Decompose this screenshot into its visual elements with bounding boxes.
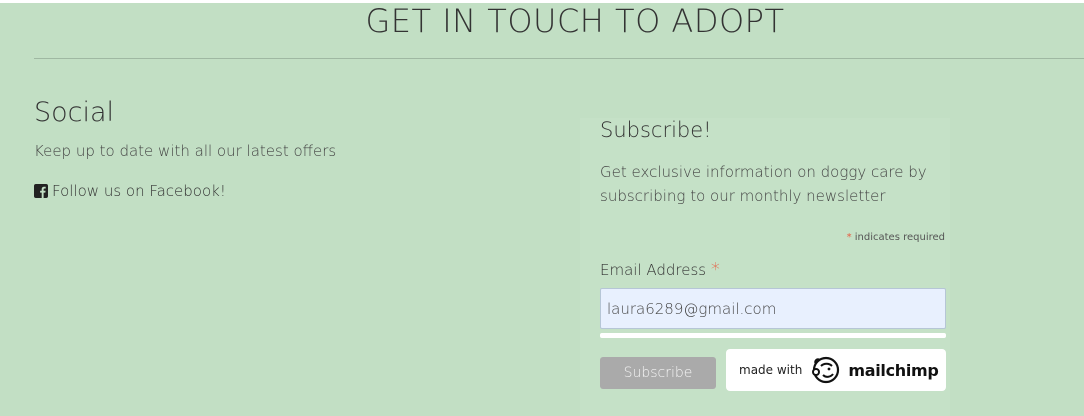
subscribe-description: Get exclusive information on doggy care … [600, 163, 927, 205]
required-star: * [846, 232, 852, 243]
email-label-text: Email Address [600, 261, 707, 279]
mailchimp-brand: mailchimp [848, 360, 939, 380]
required-note-text: indicates required [854, 232, 945, 243]
input-underbar [600, 333, 946, 338]
email-label: Email Address * [600, 259, 720, 280]
social-description: Keep up to date with all our latest offe… [34, 142, 337, 160]
email-required-star: * [710, 259, 720, 280]
mailchimp-badge[interactable]: made with mailchimp [726, 349, 946, 391]
subscribe-heading: Subscribe! [600, 118, 712, 142]
email-input[interactable] [600, 288, 946, 329]
social-heading: Social [34, 97, 115, 128]
facebook-link[interactable]: Follow us on Facebook! [34, 182, 226, 200]
facebook-icon [34, 184, 48, 198]
facebook-link-label: Follow us on Facebook! [52, 182, 226, 200]
subscribe-button[interactable]: Subscribe [600, 357, 716, 389]
section-divider [34, 58, 1084, 59]
required-note: * indicates required [780, 232, 945, 243]
mailchimp-badge-prefix: made with [739, 363, 803, 377]
page-title: GET IN TOUCH TO ADOPT [365, 2, 785, 40]
mailchimp-freddie-icon [812, 356, 840, 384]
